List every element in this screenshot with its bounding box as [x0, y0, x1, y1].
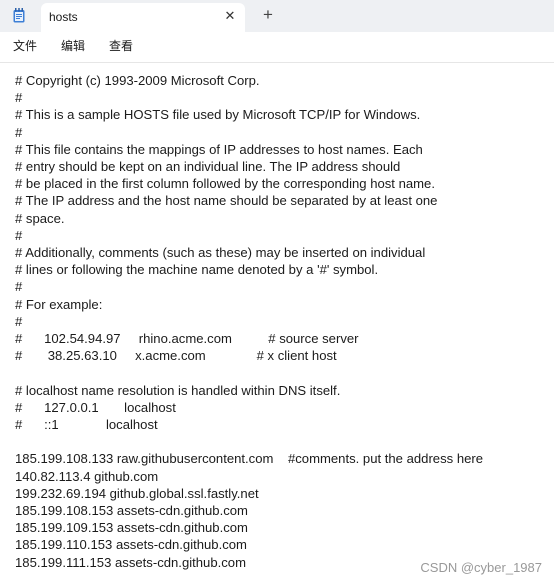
text-line: # Copyright (c) 1993-2009 Microsoft Corp… [15, 73, 260, 88]
text-line: 185.199.108.133 raw.githubusercontent.co… [15, 451, 484, 467]
text-line: 185.199.108.153 assets-cdn.github.com [15, 503, 248, 518]
menu-bar: 文件 编辑 查看 [0, 32, 554, 58]
text-line: 185.199.109.153 assets-cdn.github.com [15, 520, 248, 536]
text-line: # localhost name resolution is handled w… [15, 382, 341, 398]
title-bar: hosts ✕ + [0, 0, 554, 32]
text-line: # space. [15, 210, 65, 226]
text-editor[interactable]: # Copyright (c) 1993-2009 Microsoft Corp… [0, 63, 554, 581]
text-line: # be placed in the first column followed… [15, 176, 435, 192]
text-line: # [15, 90, 23, 106]
text-line: # 127.0.0.1 localhost [15, 399, 176, 415]
text-line: 185.199.111.153 assets-cdn.github.com [15, 554, 246, 570]
text-line: # Additionally, comments (such as these)… [15, 245, 426, 260]
text-line: # entry should be kept on an individual … [15, 159, 401, 174]
text-line: # 102.54.94.97 rhino.acme.com # source s… [15, 331, 359, 346]
text-line: # The IP address and the host name shoul… [15, 193, 438, 209]
text-line: 185.199.110.153 assets-cdn.github.com [15, 537, 247, 553]
text-line: # This file contains the mappings of IP … [15, 141, 423, 157]
text-line: # For example: [15, 296, 103, 312]
text-line: # [15, 227, 23, 243]
tab-title: hosts [49, 10, 78, 24]
plus-icon[interactable]: + [259, 6, 277, 24]
text-line: # 38.25.63.10 x.acme.com # x client host [15, 348, 337, 364]
text-line: # lines or following the machine name de… [15, 262, 379, 278]
text-line: 199.232.69.194 github.global.ssl.fastly.… [15, 485, 259, 501]
text-line: # ::1 localhost [15, 417, 158, 432]
text-line: # [15, 124, 23, 140]
text-line: # [15, 279, 23, 295]
watermark: CSDN @cyber_1987 [420, 560, 542, 575]
menu-file[interactable]: 文件 [13, 37, 37, 54]
text-line: 140.82.113.4 github.com [15, 468, 159, 484]
menu-view[interactable]: 查看 [109, 37, 133, 54]
notepad-icon [13, 8, 25, 23]
menu-edit[interactable]: 编辑 [61, 37, 85, 54]
close-icon[interactable]: ✕ [222, 8, 238, 24]
text-line: # This is a sample HOSTS file used by Mi… [15, 107, 421, 123]
text-line: # [15, 313, 23, 329]
tab-hosts[interactable]: hosts ✕ [41, 3, 245, 32]
